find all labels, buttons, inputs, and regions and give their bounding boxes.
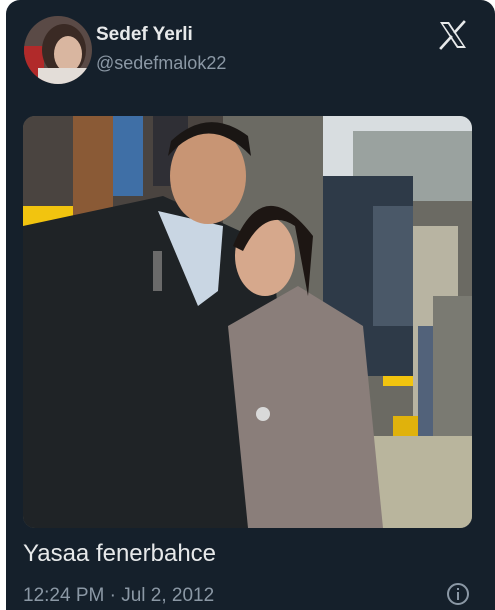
tweet-date: Jul 2, 2012 <box>121 585 215 606</box>
avatar[interactable] <box>24 16 92 84</box>
x-logo-icon[interactable] <box>438 20 468 50</box>
info-icon[interactable] <box>446 582 470 606</box>
tweet-text: Yasaa fenerbahce <box>23 540 217 567</box>
meta-separator: · <box>109 585 116 606</box>
tweet-time: 12:24 PM <box>23 585 105 606</box>
tweet-photo[interactable] <box>23 116 472 528</box>
tweet-timestamp[interactable]: 12:24 PM · Jul 2, 2012 <box>23 585 214 607</box>
author-name[interactable]: Sedef Yerli <box>96 24 193 46</box>
author-handle[interactable]: @sedefmalok22 <box>96 53 226 74</box>
tweet-card: Sedef Yerli @sedefmalok22 Yasaa fenerbah… <box>6 0 495 610</box>
